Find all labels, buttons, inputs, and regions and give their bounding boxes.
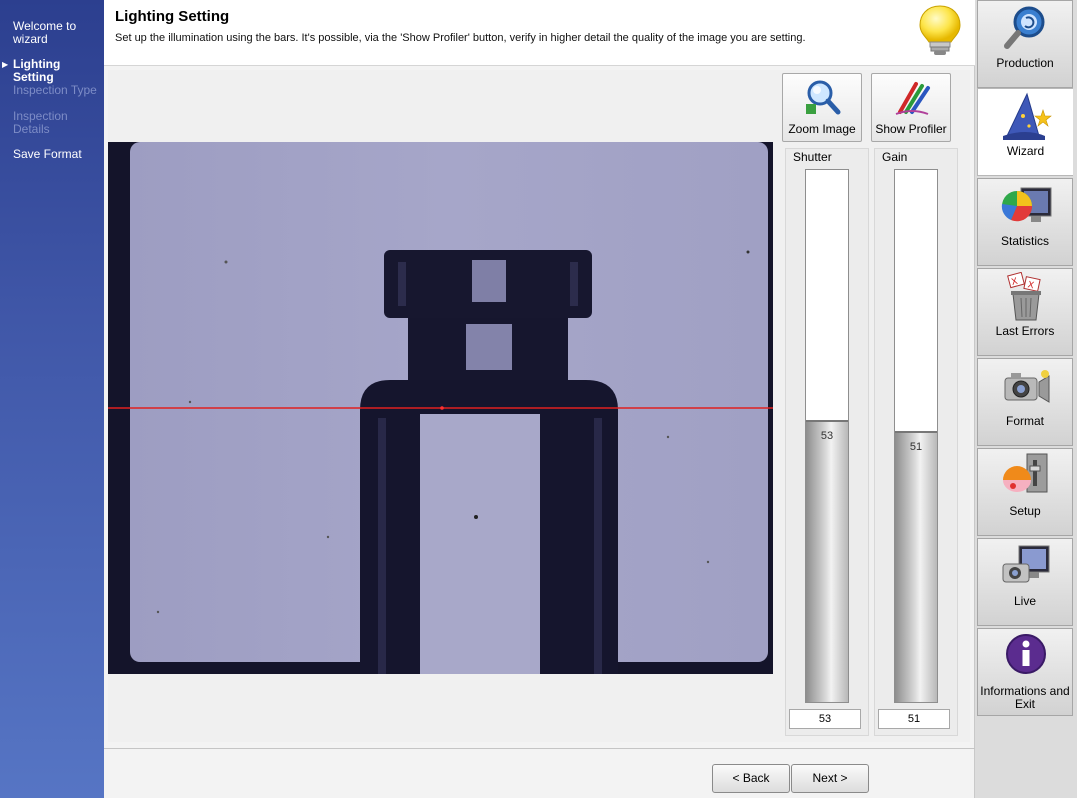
sidebar-label: Format bbox=[1005, 414, 1044, 428]
camera-format-icon bbox=[1004, 370, 1050, 403]
zoom-magnifier-icon bbox=[806, 80, 841, 115]
sidebar-wizard-button[interactable]: Wizard bbox=[977, 88, 1073, 176]
shutter-bar-value: 53 bbox=[820, 430, 834, 443]
current-step-arrow-icon: ▶ bbox=[2, 60, 9, 69]
step-label: Inspection Type bbox=[13, 83, 97, 97]
sidebar-label: Production bbox=[996, 56, 1054, 70]
content-area: Zoom Image Show Profiler Shutter 53 53 G… bbox=[108, 70, 970, 742]
camera-live-icon bbox=[1002, 545, 1050, 583]
gain-slider[interactable]: 51 bbox=[894, 169, 938, 703]
zoom-image-label: Zoom Image bbox=[788, 122, 856, 136]
sidebar-last-errors-button[interactable]: X X Last Errors bbox=[977, 268, 1073, 356]
right-toolbar: Production Wizard Statistics X X Last Er… bbox=[975, 0, 1077, 798]
step-inspection-details: Inspection Details bbox=[0, 110, 96, 148]
back-button[interactable]: < Back bbox=[712, 764, 790, 793]
gain-slider-fill: 51 bbox=[895, 430, 937, 702]
sidebar-label: Last Errors bbox=[995, 324, 1055, 338]
camera-image[interactable] bbox=[108, 142, 773, 674]
step-inspection-type: Inspection Type bbox=[0, 84, 104, 110]
sidebar-format-button[interactable]: Format bbox=[977, 358, 1073, 446]
step-label: Welcome to wizard bbox=[13, 19, 77, 46]
zoom-image-button[interactable]: Zoom Image bbox=[782, 73, 862, 142]
step-label: Lighting Setting bbox=[13, 57, 61, 84]
sidebar-label: Statistics bbox=[1000, 234, 1049, 248]
shutter-label: Shutter bbox=[793, 150, 832, 164]
gain-bar-value: 51 bbox=[909, 440, 923, 453]
sidebar-live-button[interactable]: Live bbox=[977, 538, 1073, 626]
show-profiler-label: Show Profiler bbox=[875, 122, 947, 136]
page-subtitle: Set up the illumination using the bars. … bbox=[115, 32, 806, 44]
next-button[interactable]: Next > bbox=[791, 764, 869, 793]
gain-label: Gain bbox=[882, 150, 908, 164]
show-profiler-button[interactable]: Show Profiler bbox=[871, 73, 951, 142]
step-welcome[interactable]: Welcome to wizard bbox=[0, 20, 104, 46]
gain-group: Gain 51 51 bbox=[874, 148, 958, 736]
step-label: Inspection Details bbox=[13, 109, 68, 136]
shutter-slider-fill: 53 bbox=[806, 420, 848, 702]
step-save-format[interactable]: Save Format bbox=[0, 148, 104, 174]
sidebar-informations-exit-button[interactable]: Informations and Exit bbox=[977, 628, 1073, 716]
wizard-hat-icon bbox=[1003, 92, 1052, 140]
sidebar-label: Wizard bbox=[1006, 144, 1045, 158]
pencils-profiler-icon bbox=[895, 82, 930, 115]
info-icon bbox=[1006, 634, 1046, 674]
sidebar-setup-button[interactable]: Setup bbox=[977, 448, 1073, 536]
sidebar-label: Setup bbox=[1009, 504, 1041, 518]
trash-errors-icon: X X bbox=[1007, 272, 1041, 321]
camera-image-view[interactable] bbox=[108, 142, 773, 674]
shutter-group: Shutter 53 53 bbox=[785, 148, 869, 736]
magnifier-icon bbox=[1004, 6, 1045, 49]
bottom-divider bbox=[104, 748, 975, 749]
shutter-value-field[interactable]: 53 bbox=[789, 709, 861, 729]
step-lighting-setting[interactable]: ▶ Lighting Setting bbox=[0, 58, 104, 84]
page-title: Lighting Setting bbox=[115, 8, 230, 25]
gain-value-field[interactable]: 51 bbox=[878, 709, 950, 729]
sidebar-label: Informations and Exit bbox=[980, 684, 1070, 711]
shutter-slider[interactable]: 53 bbox=[805, 169, 849, 703]
page-header: Lighting Setting Set up the illumination… bbox=[104, 0, 975, 66]
main-panel: Lighting Setting Set up the illumination… bbox=[104, 0, 975, 798]
step-label: Save Format bbox=[13, 147, 82, 161]
sidebar-label: Live bbox=[1013, 594, 1036, 608]
wizard-steps: Welcome to wizard ▶ Lighting Setting Ins… bbox=[0, 0, 104, 798]
sidebar-production-button[interactable]: Production bbox=[977, 0, 1073, 88]
lightbulb-icon bbox=[919, 5, 961, 55]
sidebar-statistics-button[interactable]: Statistics bbox=[977, 178, 1073, 266]
pie-chart-monitor-icon bbox=[1001, 187, 1052, 222]
setup-tools-icon bbox=[1003, 453, 1048, 493]
